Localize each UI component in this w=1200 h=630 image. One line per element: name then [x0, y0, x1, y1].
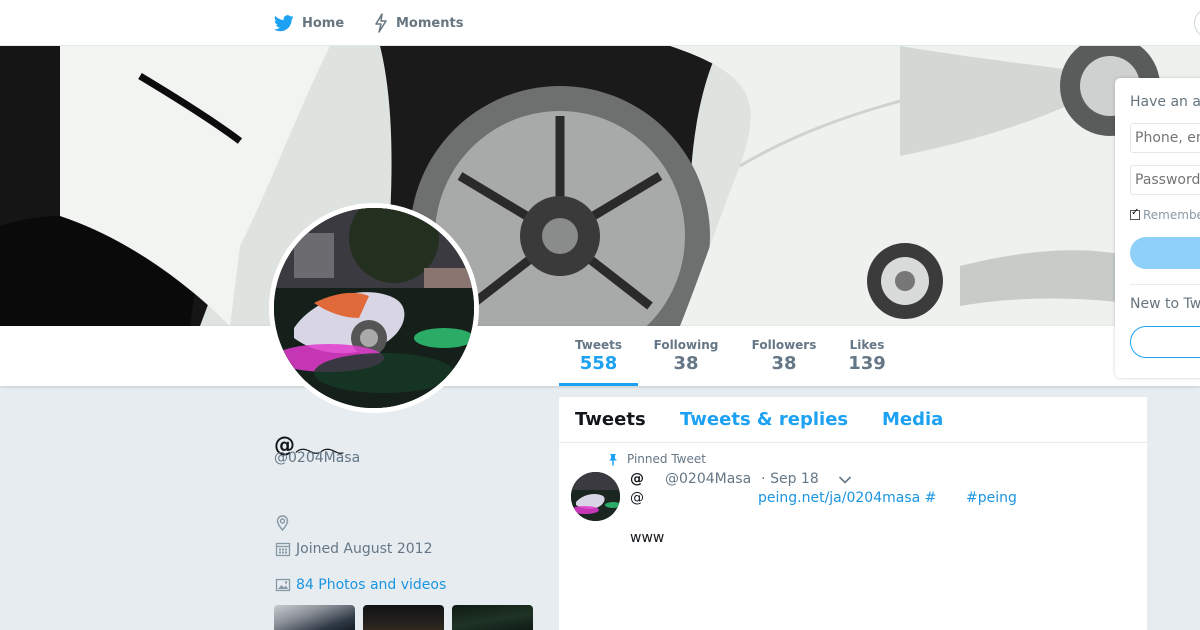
stat-followers-label: Followers [751, 338, 817, 352]
login-button[interactable] [1130, 237, 1200, 269]
nav-moments-link[interactable]: Moments [374, 0, 463, 46]
tweet-header: @ @0204Masa · Sep 18 [630, 471, 819, 487]
photo-thumbnail[interactable] [452, 605, 533, 630]
stat-likes-label: Likes [849, 338, 885, 352]
nav-home-link[interactable]: Home [274, 0, 344, 46]
tweet-author-avatar[interactable] [571, 472, 620, 521]
phone-email-input[interactable] [1130, 123, 1200, 153]
location-icon [276, 515, 289, 531]
moments-bolt-icon [375, 13, 387, 33]
joined-date-text: Joined August 2012 [296, 541, 433, 557]
timeline-panel: Tweets Tweets & replies Media Pinned Twe… [559, 397, 1147, 630]
profile-handle[interactable]: @0204Masa [274, 450, 360, 466]
remember-me-checkbox[interactable] [1130, 207, 1140, 220]
tweet-date[interactable]: · Sep 18 [761, 471, 819, 487]
pin-icon [609, 453, 617, 465]
profile-stats-bar: Tweets 558 Following 38 Followers 38 Lik… [0, 326, 1200, 386]
calendar-icon [275, 542, 291, 557]
tweet-author-handle[interactable]: @0204Masa [665, 471, 751, 487]
stat-likes[interactable]: Likes 139 [842, 326, 892, 386]
top-navigation-bar: Home Moments [0, 0, 1200, 46]
tweet-link[interactable]: peing.net/ja/0204masa # [758, 490, 936, 506]
stat-followers[interactable]: Followers 38 [747, 326, 821, 386]
stat-following[interactable]: Following 38 [648, 326, 724, 386]
login-title: Have an a [1130, 94, 1200, 110]
profile-avatar[interactable] [269, 203, 479, 413]
tweet-text-line: @ peing.net/ja/0204masa # #peing [630, 490, 1130, 508]
tweet-body-text: www [630, 530, 665, 546]
photo-thumbnail[interactable] [363, 605, 444, 630]
password-input[interactable] [1130, 165, 1200, 195]
stat-tweets-label: Tweets [574, 338, 623, 352]
tweet-mention[interactable]: @ [630, 490, 644, 506]
tab-tweets[interactable]: Tweets [575, 409, 646, 430]
stat-likes-value: 139 [848, 353, 886, 374]
stat-followers-value: 38 [771, 353, 797, 374]
nav-home-label: Home [302, 15, 345, 31]
stat-tweets-value: 558 [579, 353, 618, 374]
tweet-hashtag[interactable]: #peing [966, 490, 1017, 506]
account-avatar-button[interactable] [1194, 8, 1200, 38]
new-to-twitter-text: New to Tw [1130, 296, 1200, 312]
pinned-label-text: Pinned Tweet [627, 452, 706, 466]
tweet-author-name[interactable]: @ [630, 471, 665, 487]
nav-moments-label: Moments [396, 15, 464, 31]
stat-following-value: 38 [673, 353, 699, 374]
remember-me-label: Remembe [1143, 208, 1200, 222]
profile-banner-image [0, 46, 1200, 326]
login-divider [1130, 284, 1200, 285]
photos-videos-link[interactable]: 84 Photos and videos [275, 577, 446, 593]
stat-following-label: Following [653, 338, 719, 352]
remember-me-row[interactable]: Remembe [1130, 207, 1200, 222]
login-panel: Have an a Remembe New to Tw [1115, 78, 1200, 378]
photos-videos-label: 84 Photos and videos [296, 577, 447, 593]
tab-tweets-and-replies[interactable]: Tweets & replies [680, 409, 848, 430]
twitter-bird-icon [274, 14, 294, 31]
chevron-down-icon[interactable] [838, 475, 852, 485]
photo-thumbnail[interactable] [274, 605, 355, 630]
signup-button[interactable] [1130, 326, 1200, 358]
joined-date-row: Joined August 2012 [275, 541, 432, 557]
photo-icon [275, 578, 291, 592]
timeline-tabs: Tweets Tweets & replies Media [559, 397, 1147, 443]
pinned-tweet-label: Pinned Tweet [607, 452, 706, 466]
stat-tweets[interactable]: Tweets 558 [559, 326, 638, 386]
tab-media[interactable]: Media [882, 409, 943, 430]
